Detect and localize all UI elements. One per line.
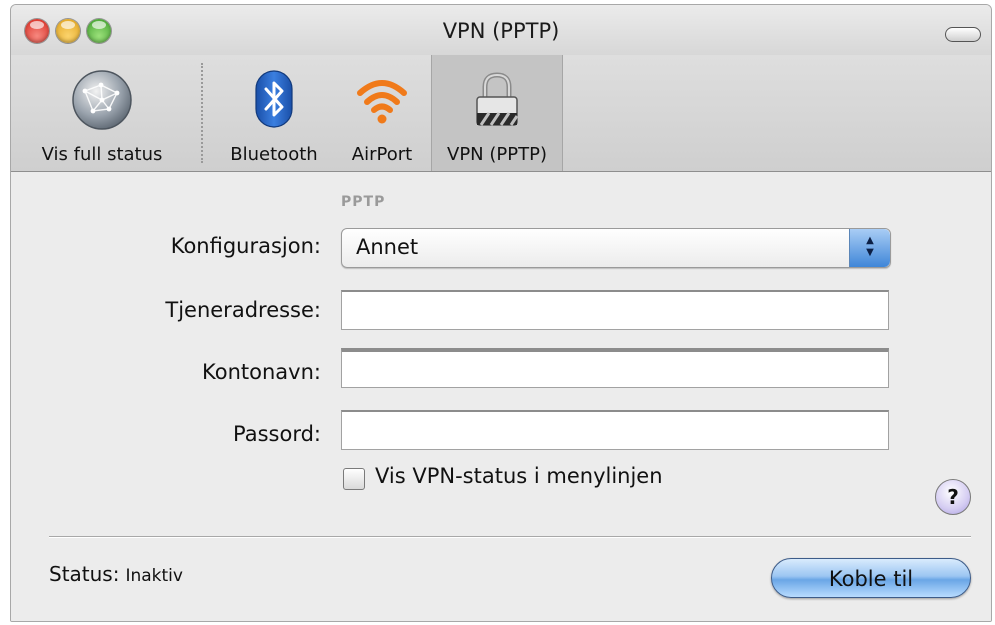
password-field[interactable] xyxy=(341,410,889,450)
toolbar-item-bluetooth[interactable]: Bluetooth xyxy=(215,55,333,171)
status-label: Status: xyxy=(49,562,120,586)
toolbar-item-airport-label: AirPort xyxy=(351,144,413,165)
toolbar-item-full-status[interactable]: Vis full status xyxy=(11,55,193,171)
account-name-field[interactable] xyxy=(341,348,889,388)
toolbar-item-vpn-pptp-label: VPN (PPTP) xyxy=(447,144,547,165)
configuration-popup[interactable]: Annet ▲ ▼ xyxy=(341,228,891,268)
popup-arrows-icon: ▲ ▼ xyxy=(849,229,890,267)
status-line: Status: Inaktiv xyxy=(49,562,183,586)
section-label: PPTP xyxy=(341,194,386,210)
show-vpn-status-checkbox[interactable] xyxy=(343,468,365,490)
bluetooth-icon xyxy=(254,69,294,134)
account-name-label: Kontonavn: xyxy=(202,360,321,384)
vpn-lock-icon xyxy=(473,69,521,134)
configuration-label: Konfigurasjon: xyxy=(170,234,321,258)
toolbar-separator xyxy=(201,63,203,163)
vpn-window: VPN (PPTP) Vis full status Bluetooth Air… xyxy=(10,4,992,622)
server-address-label: Tjeneradresse: xyxy=(165,298,321,322)
help-button[interactable]: ? xyxy=(935,479,971,515)
configuration-value: Annet xyxy=(356,235,419,259)
title-bar: VPN (PPTP) xyxy=(11,5,991,55)
status-value: Inaktiv xyxy=(125,566,183,586)
password-label: Passord: xyxy=(233,422,321,446)
toolbar: Vis full status Bluetooth AirPort VPN (P… xyxy=(11,55,991,172)
toolbar-item-airport[interactable]: AirPort xyxy=(333,55,431,171)
network-globe-icon xyxy=(71,69,133,136)
show-vpn-status-label: Vis VPN-status i menylinjen xyxy=(375,464,663,488)
vpn-settings-pane: PPTP Konfigurasjon: Annet ▲ ▼ Tjeneradres… xyxy=(11,172,991,621)
toolbar-toggle-button[interactable] xyxy=(945,27,981,42)
airport-wifi-icon xyxy=(354,69,410,130)
toolbar-item-full-status-label: Vis full status xyxy=(41,144,163,165)
toolbar-item-bluetooth-label: Bluetooth xyxy=(230,144,318,165)
footer-divider xyxy=(49,536,971,538)
toolbar-item-vpn-pptp[interactable]: VPN (PPTP) xyxy=(431,55,563,171)
window-title: VPN (PPTP) xyxy=(442,19,560,43)
server-address-field[interactable] xyxy=(341,290,889,330)
connect-button[interactable]: Koble til xyxy=(771,558,971,598)
